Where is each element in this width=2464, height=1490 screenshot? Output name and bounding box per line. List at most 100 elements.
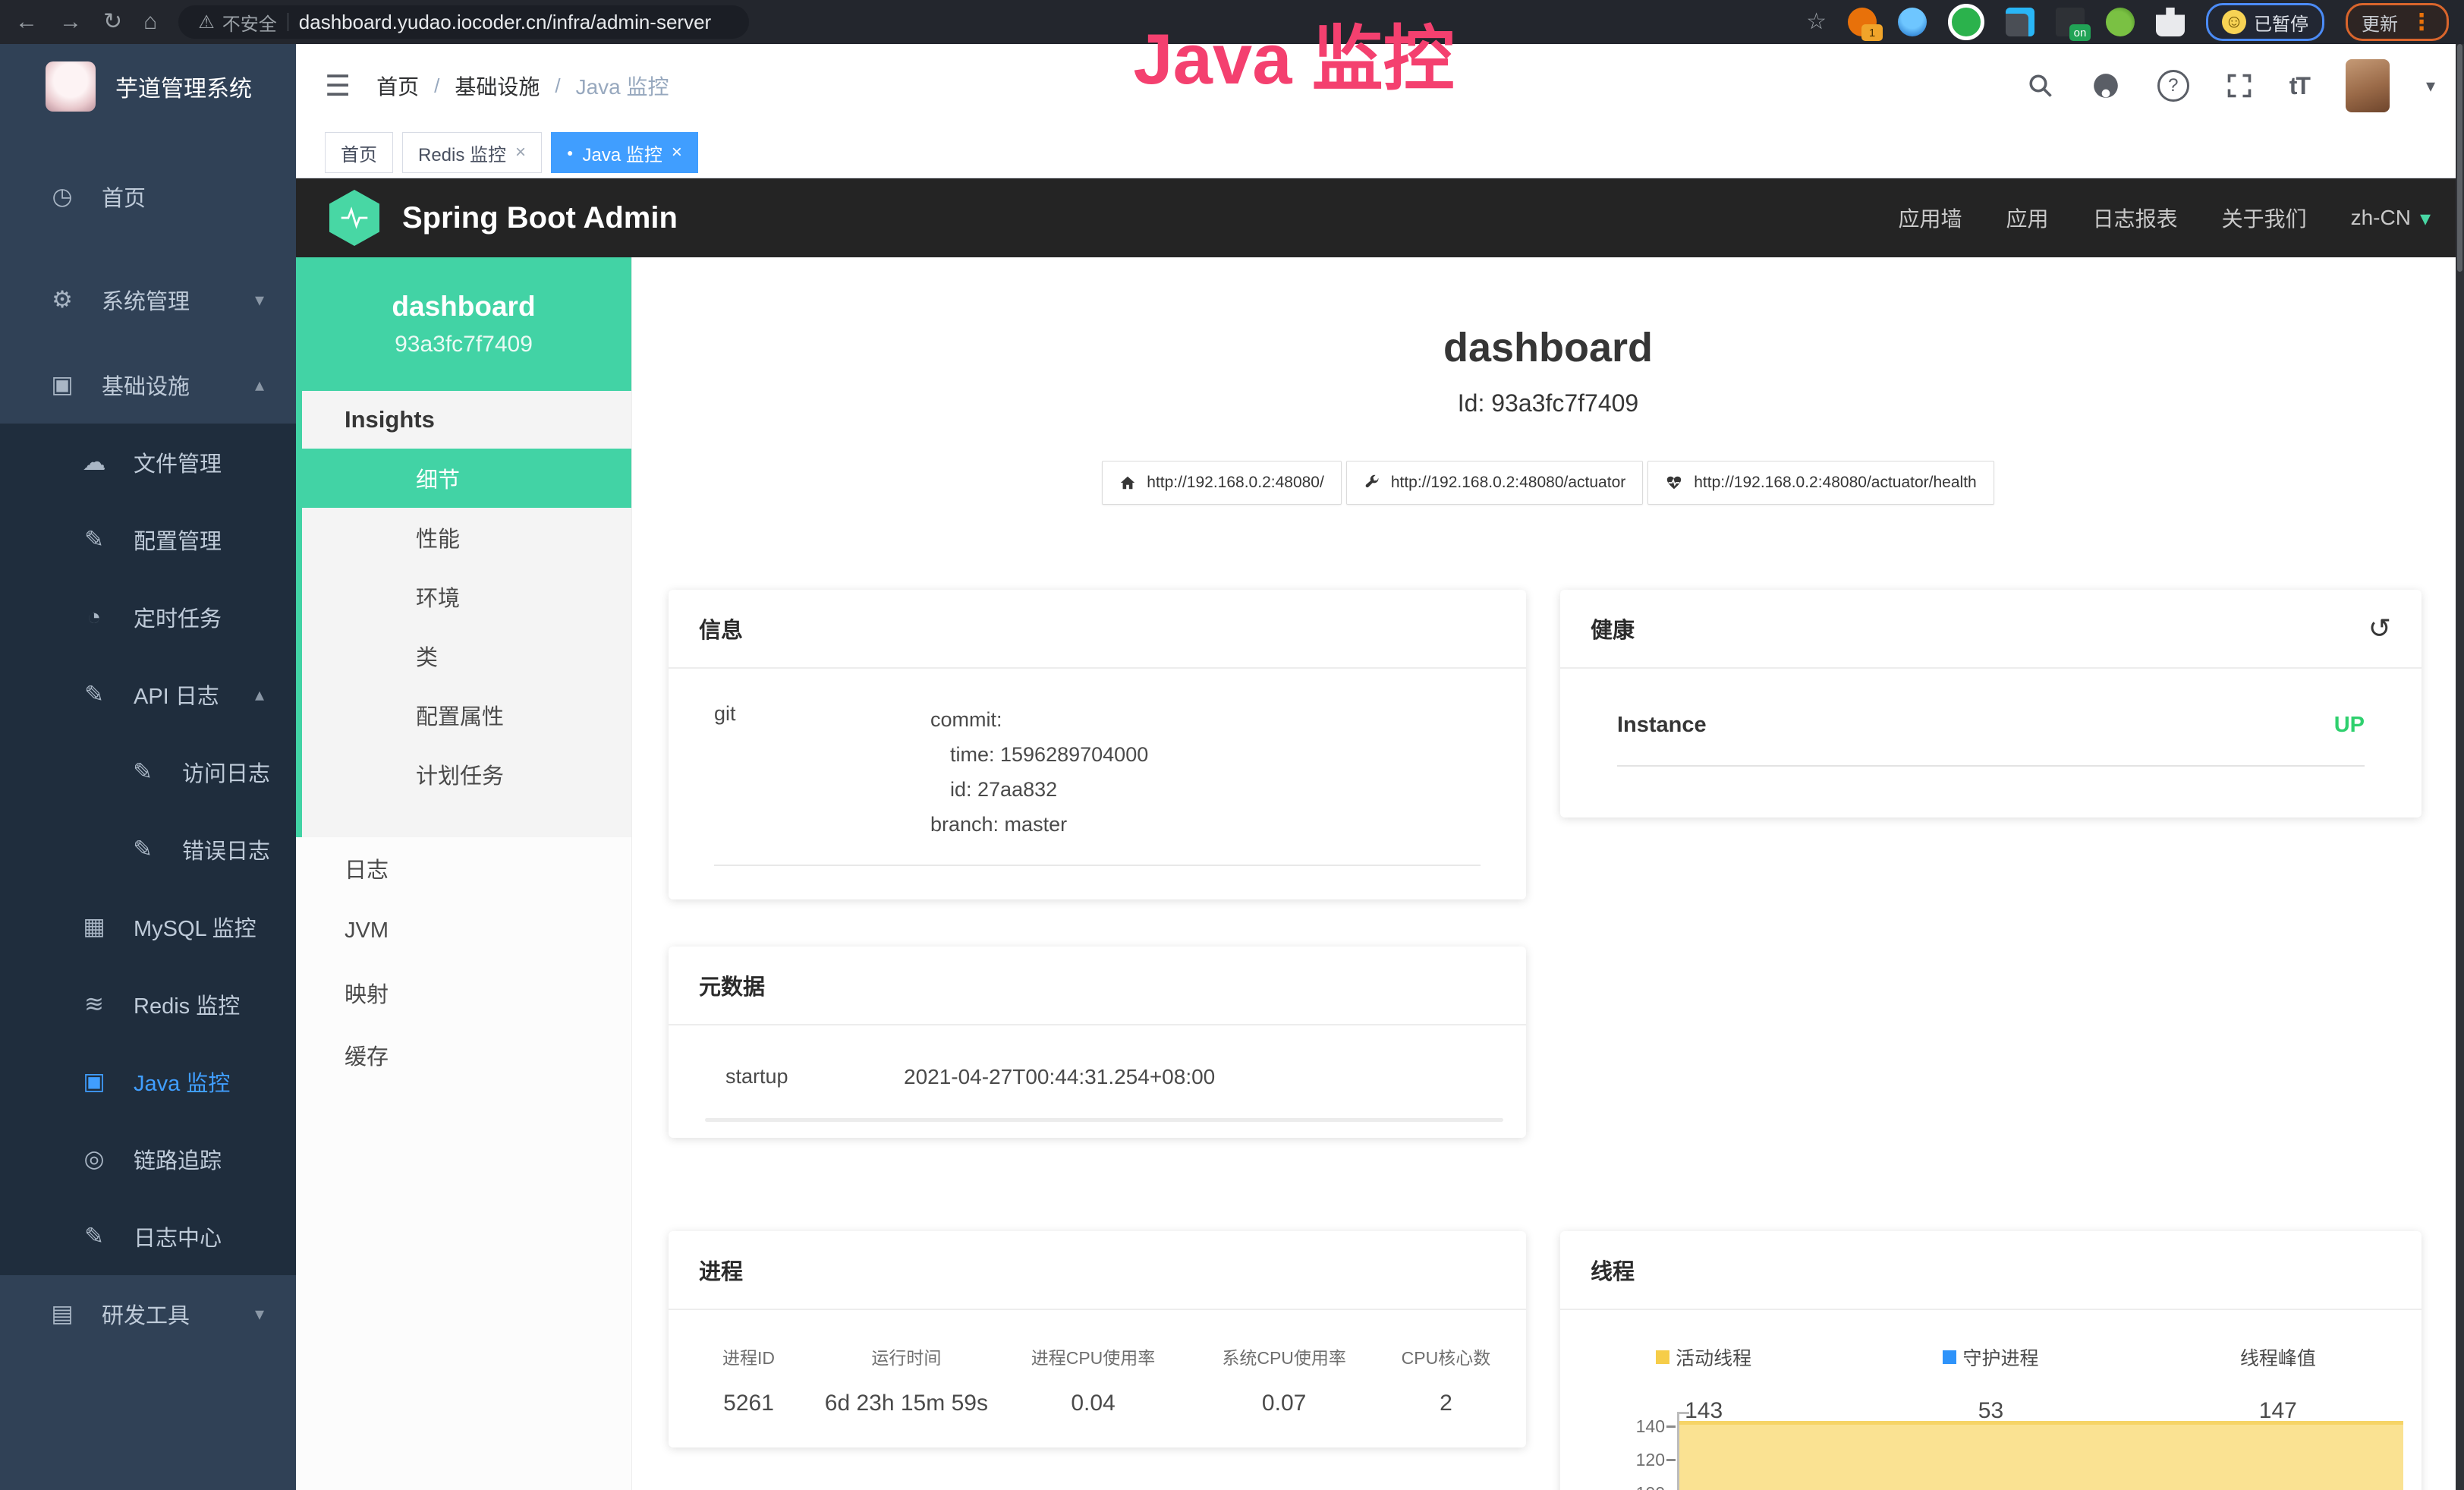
extension-y-icon[interactable] bbox=[1948, 4, 1984, 40]
help-icon[interactable]: ? bbox=[2157, 70, 2189, 102]
fullscreen-icon[interactable] bbox=[2226, 72, 2253, 99]
y-axis-tick-label: 100 bbox=[1618, 1483, 1665, 1490]
url-text[interactable]: dashboard.yudao.iocoder.cn/infra/admin-s… bbox=[299, 11, 711, 34]
spring-boot-admin-logo-icon bbox=[329, 190, 379, 246]
sba-language-value: zh-CN bbox=[2351, 206, 2411, 230]
sidebar-item-label: API 日志 bbox=[134, 679, 219, 710]
endpoint-actuator-link[interactable]: http://192.168.0.2:48080/actuator bbox=[1346, 461, 1643, 505]
process-card: 进程 进程ID 运行时间 进程CPU使用率 系统CPU使用率 CPU核心数 bbox=[669, 1231, 1526, 1447]
breadcrumb-home[interactable]: 首页 bbox=[376, 71, 419, 101]
smiley-icon: ☺ bbox=[2222, 10, 2246, 34]
process-header-uptime: 运行时间 bbox=[815, 1344, 998, 1369]
back-icon[interactable]: ← bbox=[15, 11, 38, 33]
tab-home[interactable]: 首页 bbox=[325, 132, 393, 173]
sba-nav-applications[interactable]: 应用 bbox=[2006, 203, 2049, 233]
sba-item-details[interactable]: 细节 bbox=[296, 449, 631, 508]
browser-toolbar: ← → ↻ ⌂ ⚠ 不安全 dashboard.yudao.iocoder.cn… bbox=[0, 0, 2464, 44]
tab-label: Redis 监控 bbox=[418, 140, 506, 166]
sba-item-logs[interactable]: 日志 bbox=[296, 837, 631, 899]
extension-pin-icon[interactable] bbox=[1898, 8, 1927, 36]
bookmark-star-icon[interactable]: ☆ bbox=[1806, 11, 1827, 33]
forward-icon[interactable]: → bbox=[59, 11, 82, 33]
sba-item-config-props[interactable]: 配置属性 bbox=[302, 685, 631, 745]
reload-icon[interactable]: ↻ bbox=[103, 11, 122, 33]
sidebar-item-dev-tools[interactable]: ▤ 研发工具 ▾ bbox=[0, 1275, 296, 1353]
sidebar-item-label: 文件管理 bbox=[134, 446, 222, 478]
paused-indicator[interactable]: ☺ 已暂停 bbox=[2206, 3, 2324, 41]
briefcase-icon: ▤ bbox=[47, 1300, 77, 1328]
endpoint-health-link[interactable]: http://192.168.0.2:48080/actuator/health bbox=[1647, 461, 1994, 505]
sba-nav-about[interactable]: 关于我们 bbox=[2222, 203, 2307, 233]
close-icon[interactable]: × bbox=[515, 143, 526, 162]
sba-item-mappings[interactable]: 映射 bbox=[296, 962, 631, 1024]
sidebar-item-access-log[interactable]: ✎ 访问日志 bbox=[0, 733, 296, 811]
sidebar-item-java-monitor[interactable]: ▣ Java 监控 bbox=[0, 1043, 296, 1120]
user-avatar[interactable] bbox=[2346, 59, 2390, 112]
history-icon[interactable]: ↺ bbox=[2368, 613, 2391, 644]
sba-item-scheduled-tasks[interactable]: 计划任务 bbox=[302, 745, 631, 804]
sidebar-item-redis-monitor[interactable]: ≋ Redis 监控 bbox=[0, 966, 296, 1043]
sidebar-item-config-manage[interactable]: ✎ 配置管理 bbox=[0, 501, 296, 578]
sidebar-item-label: 链路追踪 bbox=[134, 1143, 222, 1175]
process-header-proc-cpu: 进程CPU使用率 bbox=[998, 1344, 1189, 1369]
avatar-caret-icon[interactable]: ▾ bbox=[2426, 75, 2435, 97]
sba-language-select[interactable]: zh-CN ▾ bbox=[2351, 206, 2431, 231]
tag-tabs-bar: 首页 Redis 监控 × ● Java 监控 × bbox=[296, 128, 2464, 178]
close-icon[interactable]: × bbox=[672, 143, 682, 162]
sba-item-classes[interactable]: 类 bbox=[302, 626, 631, 685]
update-browser-button[interactable]: 更新 ⋮ bbox=[2346, 3, 2449, 41]
threads-card: 线程 活动线程 143 bbox=[1560, 1231, 2422, 1490]
legend-live-threads: 活动线程 bbox=[1676, 1344, 1751, 1371]
endpoint-url: http://192.168.0.2:48080/actuator/health bbox=[1694, 474, 1976, 492]
page-scrollbar[interactable] bbox=[2456, 44, 2464, 1490]
breadcrumb-infra[interactable]: 基础设施 bbox=[455, 71, 540, 101]
scrollbar-thumb[interactable] bbox=[2457, 44, 2462, 272]
metadata-card: 元数据 startup 2021-04-27T00:44:31.254+08:0… bbox=[669, 947, 1526, 1138]
sidebar-item-trace[interactable]: ◎ 链路追踪 bbox=[0, 1120, 296, 1198]
tab-label: Java 监控 bbox=[583, 140, 662, 166]
hamburger-icon[interactable]: ☰ bbox=[325, 69, 351, 103]
github-icon[interactable] bbox=[2091, 71, 2121, 101]
puzzle-extensions-icon[interactable] bbox=[2156, 8, 2185, 36]
sidebar-item-log-center[interactable]: ✎ 日志中心 bbox=[0, 1198, 296, 1275]
sidebar-item-infra[interactable]: ▣ 基础设施 ▴ bbox=[0, 346, 296, 424]
sidebar-item-api-log[interactable]: ✎ API 日志 ▴ bbox=[0, 656, 296, 733]
sba-nav-wallboard[interactable]: 应用墙 bbox=[1899, 203, 1962, 233]
sba-item-metrics[interactable]: 性能 bbox=[302, 508, 631, 567]
browser-menu-icon[interactable]: ⋮ bbox=[2410, 9, 2433, 36]
search-icon[interactable] bbox=[2027, 72, 2054, 99]
sidebar-item-home[interactable]: ◷ 首页 bbox=[0, 158, 296, 235]
brand: 芋道管理系统 bbox=[0, 44, 296, 129]
sba-item-caches[interactable]: 缓存 bbox=[296, 1024, 631, 1086]
security-label: 不安全 bbox=[222, 9, 277, 36]
security-status[interactable]: ⚠ 不安全 bbox=[198, 9, 277, 36]
tab-java-monitor[interactable]: ● Java 监控 × bbox=[551, 132, 698, 173]
paused-label: 已暂停 bbox=[2254, 9, 2308, 36]
threads-card-title: 线程 bbox=[1591, 1254, 1635, 1286]
eye-icon: ◎ bbox=[79, 1145, 109, 1173]
gear-icon: ⚙ bbox=[47, 286, 77, 313]
address-bar[interactable]: ⚠ 不安全 dashboard.yudao.iocoder.cn/infra/a… bbox=[178, 5, 749, 39]
sba-item-jvm[interactable]: JVM bbox=[296, 899, 631, 962]
sidebar-item-scheduled-jobs[interactable]: ◔ 定时任务 bbox=[0, 578, 296, 656]
sidebar-item-system[interactable]: ⚙ 系统管理 ▾ bbox=[0, 261, 296, 339]
sba-brand-title[interactable]: Spring Boot Admin bbox=[402, 201, 678, 235]
browser-home-icon[interactable]: ⌂ bbox=[143, 11, 157, 33]
extension-switch-icon[interactable]: on bbox=[2056, 8, 2085, 36]
breadcrumb-separator: / bbox=[434, 74, 439, 98]
breadcrumb-current: Java 监控 bbox=[576, 71, 669, 101]
chevron-up-icon: ▴ bbox=[255, 374, 264, 396]
extension-leaf-icon[interactable] bbox=[2106, 8, 2135, 36]
sidebar-item-mysql-monitor[interactable]: ▦ MySQL 监控 bbox=[0, 888, 296, 966]
wrench-icon bbox=[1364, 474, 1380, 491]
sba-item-environment[interactable]: 环境 bbox=[302, 567, 631, 626]
endpoint-home-link[interactable]: http://192.168.0.2:48080/ bbox=[1102, 461, 1342, 505]
extension-colorzilla-icon[interactable]: 1 bbox=[1848, 8, 1877, 36]
sidebar-item-file-manage[interactable]: ☁ 文件管理 bbox=[0, 424, 296, 501]
sidebar-item-error-log[interactable]: ✎ 错误日志 bbox=[0, 811, 296, 888]
extension-grid-icon[interactable] bbox=[2006, 8, 2034, 36]
tab-redis-monitor[interactable]: Redis 监控 × bbox=[402, 132, 542, 173]
y-axis-tick bbox=[1666, 1459, 1676, 1461]
sba-nav-journal[interactable]: 日志报表 bbox=[2093, 203, 2178, 233]
font-size-icon[interactable]: tT bbox=[2289, 72, 2309, 100]
